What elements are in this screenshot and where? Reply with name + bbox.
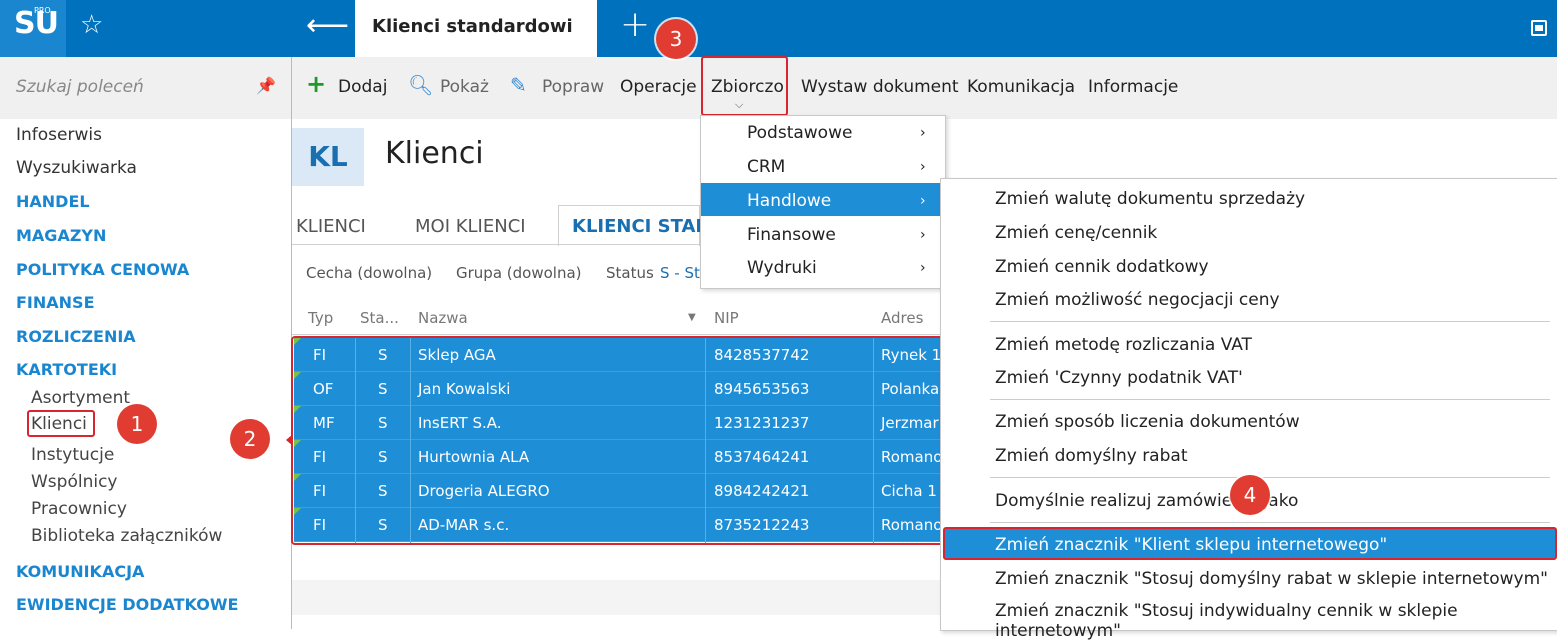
informacje-button[interactable]: Informacje	[1088, 77, 1178, 97]
sidebar-section-komunikacja[interactable]: KOMUNIKACJA	[16, 562, 144, 581]
pokaz-button[interactable]: Pokaż	[440, 77, 489, 97]
pin-icon[interactable]: 📌	[256, 76, 276, 95]
sidebar-item-wyszukiwarka[interactable]: Wyszukiwarka	[16, 158, 137, 178]
step-2-pointer	[286, 434, 293, 446]
menu-item-crm[interactable]: CRM	[747, 157, 785, 177]
menu-divider	[990, 321, 1550, 322]
submenu-item[interactable]: Zmień 'Czynny podatnik VAT'	[995, 368, 1243, 388]
filter-status-label: Status	[606, 264, 654, 282]
sidebar-section-magazyn[interactable]: MAGAZYN	[16, 226, 106, 245]
submenu-item[interactable]: Zmień możliwość negocjacji ceny	[995, 290, 1280, 310]
logo-pro-label: PRO	[34, 6, 51, 15]
col-typ[interactable]: Typ	[308, 309, 333, 327]
module-tile: KL	[292, 128, 364, 186]
komunikacja-button[interactable]: Komunikacja	[967, 77, 1075, 97]
page-title: Klienci	[385, 136, 484, 171]
new-tab-plus-icon[interactable]: +	[620, 4, 650, 45]
sidebar-item-wspolnicy[interactable]: Wspólnicy	[31, 472, 118, 492]
sidebar-section-finanse[interactable]: FINANSE	[16, 293, 95, 312]
menu-item-podstawowe[interactable]: Podstawowe	[747, 123, 852, 143]
selection-highlight	[291, 336, 946, 545]
sidebar-section-handel[interactable]: HANDEL	[16, 192, 90, 211]
submenu-item[interactable]: Zmień sposób liczenia dokumentów	[995, 412, 1300, 432]
submenu-item[interactable]: Zmień cenę/cennik	[995, 223, 1157, 243]
filter-cecha[interactable]: Cecha (dowolna)	[306, 264, 432, 282]
submenu-item[interactable]: Zmień domyślny rabat	[995, 446, 1187, 466]
pen-icon[interactable]: ✎	[510, 73, 527, 97]
back-arrow-icon[interactable]: ⟵	[306, 8, 349, 43]
menu-divider	[990, 477, 1550, 478]
sidebar-section-polityka-cenowa[interactable]: POLITYKA CENOWA	[16, 260, 189, 279]
submenu-arrow-icon: ›	[920, 227, 926, 243]
wystaw-dokument-button[interactable]: Wystaw dokument	[801, 77, 959, 97]
sidebar-item-asortyment[interactable]: Asortyment	[31, 388, 130, 408]
submenu-item[interactable]: Zmień znacznik "Stosuj indywidualny cenn…	[995, 601, 1557, 641]
sidebar-item-pracownicy[interactable]: Pracownicy	[31, 499, 127, 519]
submenu-item[interactable]: Zmień znacznik "Stosuj domyślny rabat w …	[995, 569, 1548, 589]
filter-status-value[interactable]: S - St	[660, 264, 700, 282]
submenu-item[interactable]: Zmień walutę dokumentu sprzedaży	[995, 189, 1305, 209]
handlowe-submenu	[940, 178, 1557, 631]
tab-klienci-standardowi[interactable]: KLIENCI STAN	[572, 216, 711, 237]
add-plus-icon[interactable]: +	[306, 70, 326, 98]
sidebar-item-biblioteka[interactable]: Biblioteka załączników	[31, 526, 222, 546]
sidebar-item-instytucje[interactable]: Instytucje	[31, 445, 114, 465]
sidebar-section-kartoteki[interactable]: KARTOTEKI	[16, 360, 117, 379]
step-badge-3: 3	[656, 19, 696, 59]
sidebar-item-infoserwis[interactable]: Infoserwis	[16, 125, 102, 145]
col-nazwa[interactable]: Nazwa	[418, 309, 468, 327]
step-badge-4: 4	[1230, 475, 1270, 515]
menu-divider	[990, 399, 1550, 400]
command-search-placeholder: Szukaj poleceń	[16, 77, 144, 97]
menu-item-wydruki[interactable]: Wydruki	[747, 258, 817, 278]
submenu-item[interactable]: Zmień cennik dodatkowy	[995, 257, 1209, 277]
submenu-item[interactable]: Zmień metodę rozliczania VAT	[995, 335, 1252, 355]
sidebar-section-rozliczenia[interactable]: ROZLICZENIA	[16, 327, 136, 346]
sidebar-section-ewidencje[interactable]: EWIDENCJE DODATKOWE	[16, 595, 238, 614]
menu-divider	[990, 522, 1550, 523]
search-icon[interactable]: 🔍︎	[408, 73, 433, 97]
filter-grupa[interactable]: Grupa (dowolna)	[456, 264, 582, 282]
step-badge-2: 2	[230, 419, 270, 459]
sidebar-item-klienci[interactable]: Klienci	[31, 414, 87, 434]
submenu-arrow-icon: ›	[920, 125, 926, 141]
menu-item-handlowe[interactable]: Handlowe	[747, 191, 831, 211]
zbiorczo-button[interactable]: Zbiorczo	[711, 77, 784, 97]
submenu-arrow-icon: ›	[920, 260, 926, 276]
top-bar	[0, 0, 1557, 57]
table-footer-strip	[292, 580, 942, 615]
chevron-down-icon: ⌵	[735, 98, 744, 111]
step-badge-1: 1	[117, 404, 157, 444]
sort-desc-icon[interactable]: ▼	[688, 312, 696, 323]
submenu-item-klient-sklepu[interactable]: Zmień znacznik "Klient sklepu internetow…	[995, 535, 1387, 555]
tab-title: Klienci standardowi	[372, 16, 573, 37]
dodaj-button[interactable]: Dodaj	[338, 77, 387, 97]
favorites-star-icon[interactable]: ☆	[80, 10, 103, 40]
col-adres[interactable]: Adres	[881, 309, 923, 327]
submenu-arrow-icon: ›	[920, 193, 926, 209]
popraw-button[interactable]: Popraw	[542, 77, 604, 97]
calendar-icon[interactable]	[1531, 20, 1547, 36]
tab-klienci[interactable]: KLIENCI	[296, 216, 366, 237]
col-nip[interactable]: NIP	[714, 309, 739, 327]
menu-item-finansowe[interactable]: Finansowe	[747, 225, 836, 245]
operacje-button[interactable]: Operacje	[620, 77, 697, 97]
submenu-arrow-icon: ›	[920, 159, 926, 175]
col-status[interactable]: Sta...	[360, 309, 399, 327]
tab-moi-klienci[interactable]: MOI KLIENCI	[415, 216, 526, 237]
